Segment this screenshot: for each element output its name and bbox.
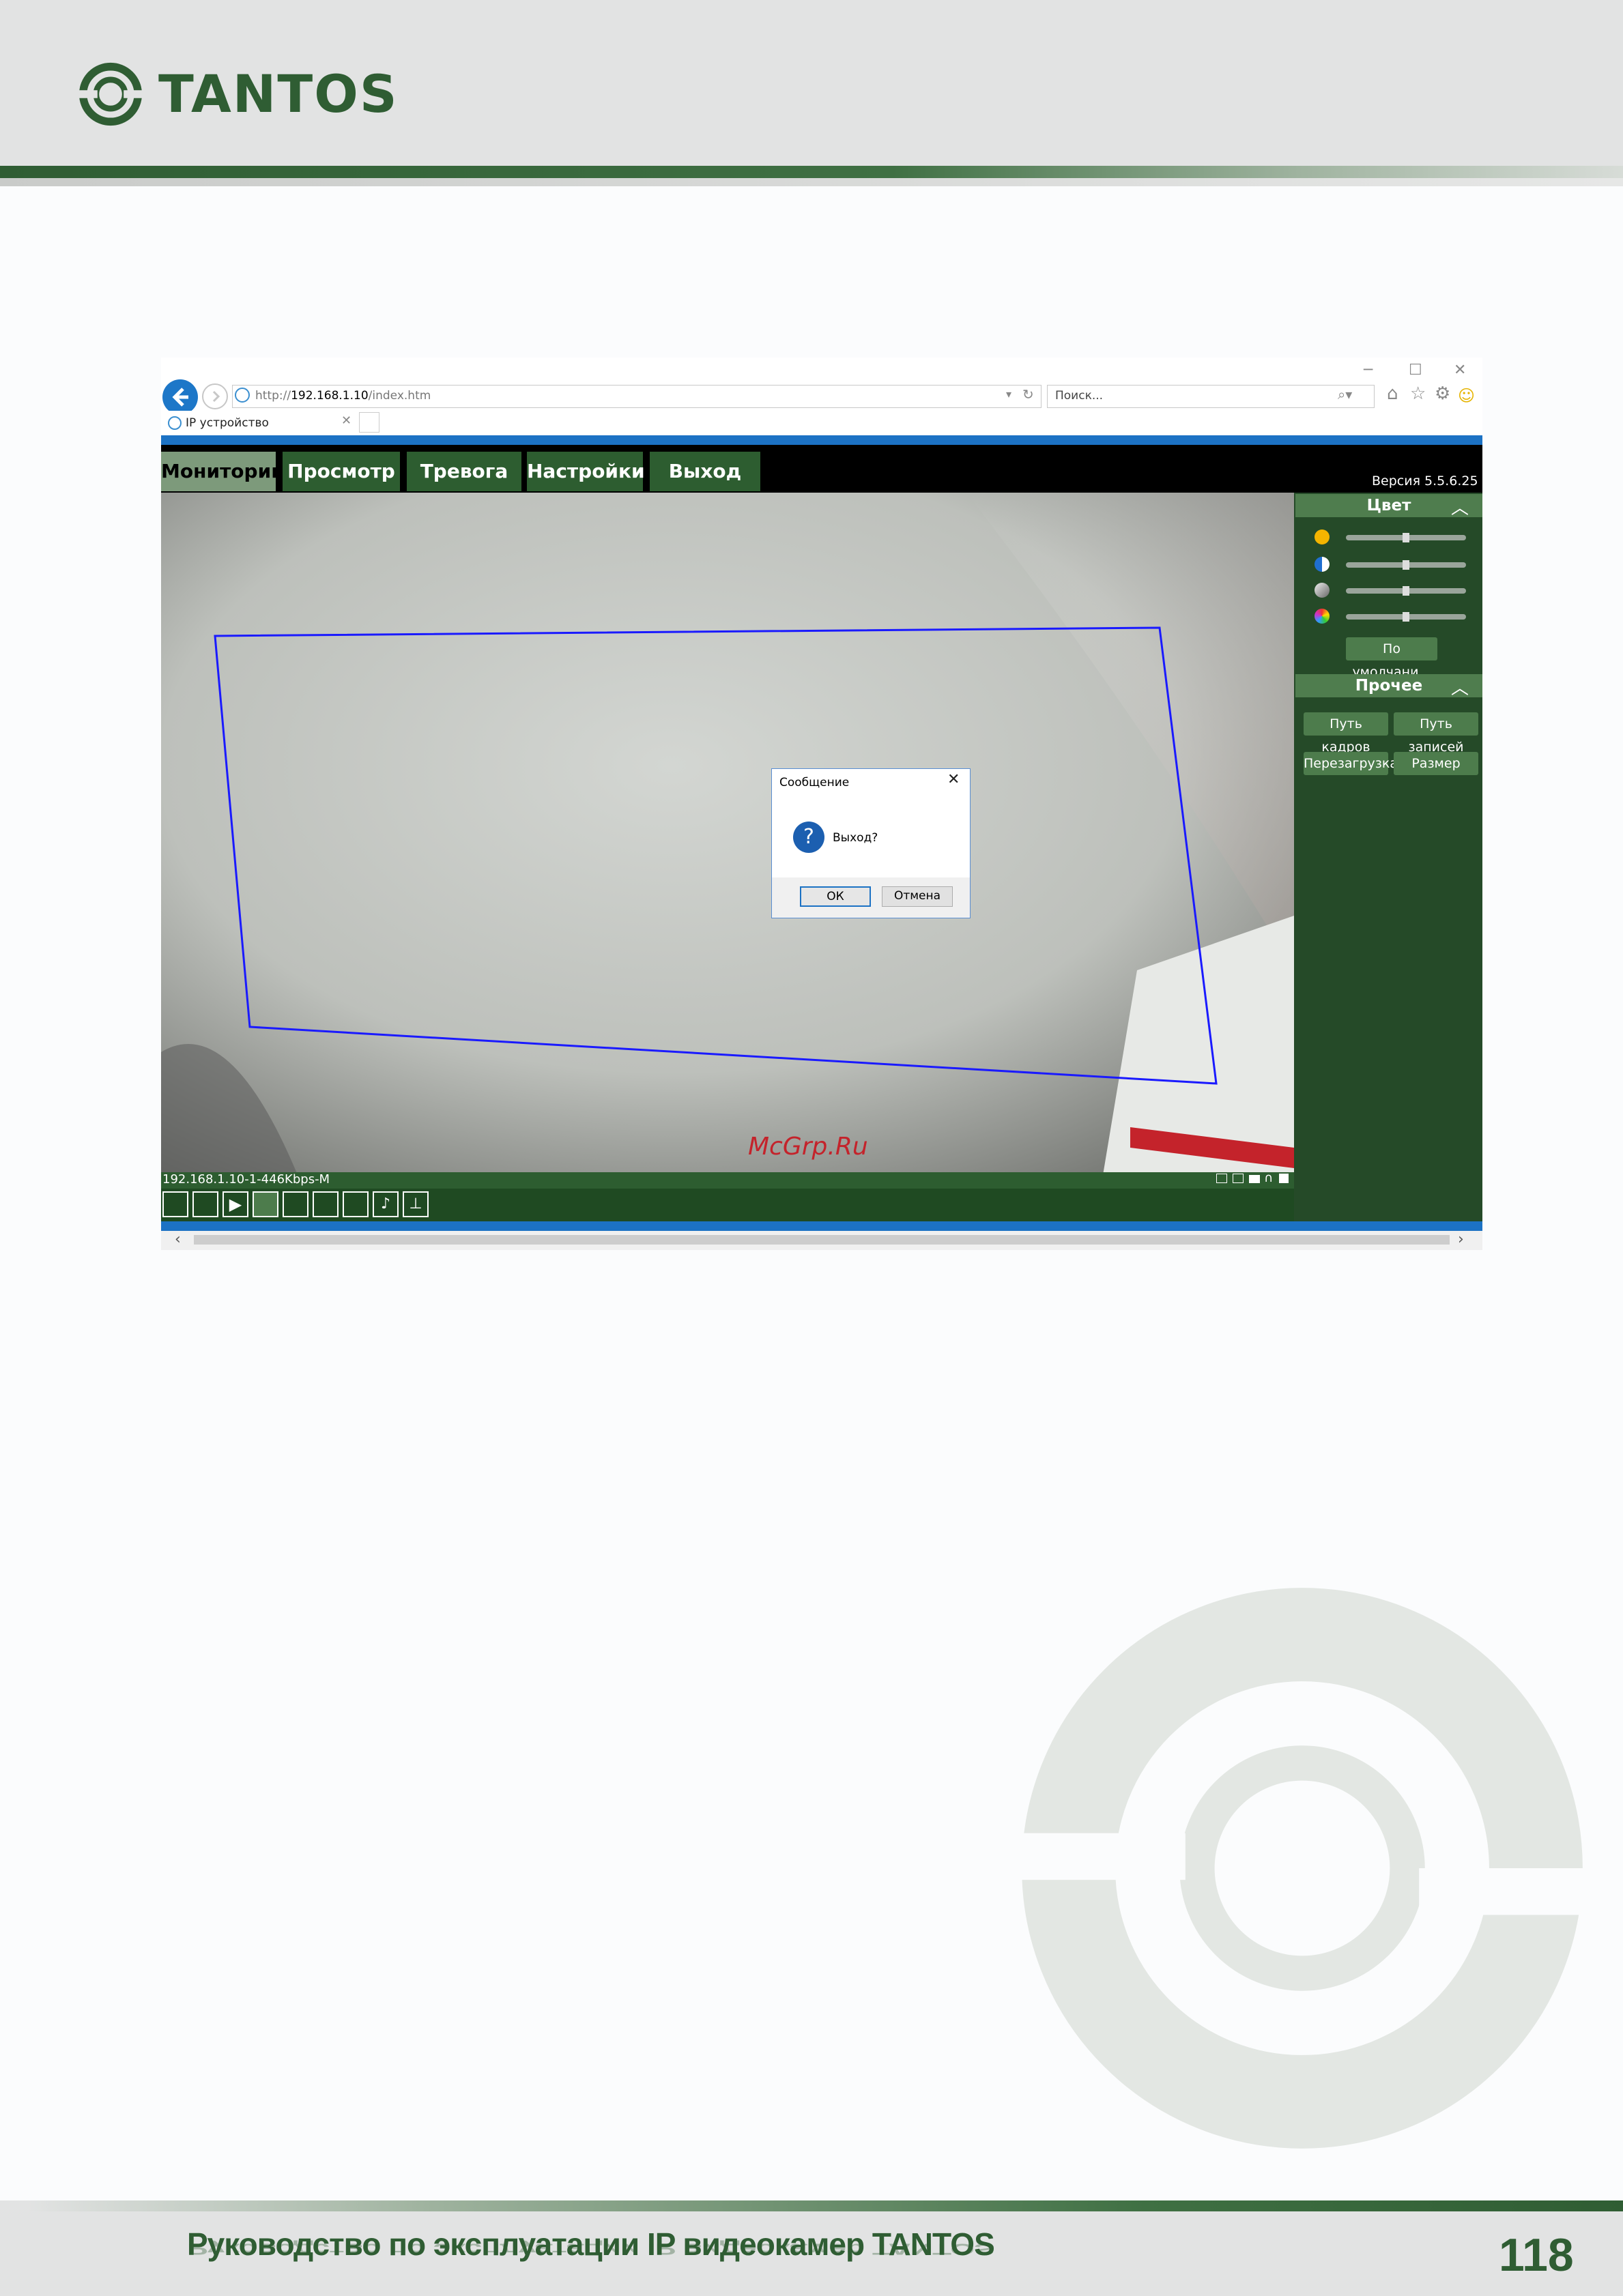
contrast-icon bbox=[1315, 557, 1330, 572]
scroll-right-icon[interactable]: › bbox=[1458, 1231, 1464, 1248]
stream-info: 192.168.1.10-1-446Kbps-M bbox=[162, 1172, 330, 1187]
search-placeholder: Поиск... bbox=[1055, 389, 1104, 403]
scroll-left-icon[interactable]: ‹ bbox=[175, 1231, 181, 1248]
header-stripe bbox=[0, 166, 1623, 178]
dialog-title: Сообщение bbox=[779, 776, 850, 789]
smiley-icon[interactable]: ☺ bbox=[1458, 386, 1475, 405]
brightness-icon bbox=[1315, 529, 1330, 544]
close-window-icon[interactable]: ✕ bbox=[1454, 362, 1466, 379]
other-panel-title: Прочее bbox=[1355, 677, 1423, 695]
brightness-slider[interactable] bbox=[1346, 533, 1466, 542]
layout-1-icon[interactable] bbox=[162, 1191, 188, 1217]
contrast-thumb[interactable] bbox=[1403, 560, 1409, 570]
saturation-thumb[interactable] bbox=[1403, 586, 1409, 596]
address-text: http://192.168.1.10/index.htm bbox=[255, 389, 431, 403]
fullscreen-icon[interactable] bbox=[1279, 1174, 1289, 1183]
favorites-star-icon[interactable]: ☆ bbox=[1410, 383, 1426, 404]
collapse-other-icon[interactable]: ︿ bbox=[1451, 674, 1469, 699]
gear-icon[interactable]: ⚙ bbox=[1435, 383, 1450, 404]
hue-slider[interactable] bbox=[1346, 612, 1466, 622]
ie-frame-bar bbox=[161, 435, 1482, 445]
header-stripe-shadow bbox=[0, 178, 1623, 186]
video-status-bar bbox=[161, 1172, 1294, 1189]
collapse-color-icon[interactable]: ︿ bbox=[1451, 494, 1469, 519]
footer-title-reflection: Руководство по эксплуатации IP видеокаме… bbox=[187, 2240, 994, 2258]
color-panel-title: Цвет bbox=[1366, 497, 1411, 514]
brightness-thumb[interactable] bbox=[1403, 533, 1409, 542]
site-watermark: McGrp.Ru bbox=[748, 1133, 868, 1161]
dropdown-icon[interactable]: ▾ bbox=[1006, 388, 1011, 401]
nav-settings[interactable]: Настройки bbox=[527, 452, 645, 491]
dialog-message: Выход? bbox=[833, 831, 878, 845]
maximize-icon[interactable]: ☐ bbox=[1409, 362, 1422, 379]
footer-stripe bbox=[27, 2200, 1623, 2211]
tab-close-icon[interactable]: ✕ bbox=[341, 413, 351, 428]
tab-title: IP устройство bbox=[186, 416, 269, 430]
scrollbar-thumb[interactable] bbox=[194, 1235, 1450, 1245]
saturation-icon bbox=[1315, 583, 1330, 598]
snapshot-icon[interactable] bbox=[1216, 1174, 1227, 1183]
nav-alarm[interactable]: Тревога bbox=[407, 452, 521, 491]
nav-view[interactable]: Просмотр bbox=[283, 452, 400, 491]
forward-button[interactable] bbox=[202, 383, 228, 409]
watermark-logo-icon bbox=[1010, 1588, 1594, 2149]
layout-full-icon[interactable] bbox=[192, 1191, 218, 1217]
nav-exit[interactable]: Выход bbox=[650, 452, 760, 491]
version-label: Версия 5.5.6.25 bbox=[1372, 474, 1478, 489]
control-panel bbox=[1294, 493, 1482, 1221]
arrow-right-icon bbox=[212, 390, 220, 403]
saturation-slider[interactable] bbox=[1346, 586, 1466, 596]
ok-button[interactable]: ОК bbox=[800, 886, 871, 907]
microphone-icon[interactable]: ♪ bbox=[373, 1191, 399, 1217]
save-icon[interactable] bbox=[1233, 1174, 1244, 1183]
ptz-zoom-out-icon[interactable] bbox=[313, 1191, 339, 1217]
home-icon[interactable]: ⌂ bbox=[1387, 383, 1398, 404]
contrast-slider[interactable] bbox=[1346, 560, 1466, 570]
record-icon[interactable] bbox=[1249, 1175, 1260, 1183]
hue-icon bbox=[1315, 609, 1330, 624]
ptz-zoom-in-icon[interactable] bbox=[283, 1191, 308, 1217]
tab-ie-icon bbox=[168, 416, 182, 430]
brand-name: TANTOS bbox=[158, 63, 399, 124]
play-icon[interactable]: ▶ bbox=[222, 1191, 248, 1217]
stop-icon[interactable] bbox=[253, 1191, 278, 1217]
tantos-logo-icon bbox=[78, 62, 143, 126]
cancel-button[interactable]: Отмена bbox=[882, 886, 953, 907]
default-color-button[interactable]: По умолчани... bbox=[1346, 637, 1437, 680]
nav-monitoring[interactable]: Мониторинг bbox=[161, 452, 294, 491]
search-icon[interactable]: ⌕▾ bbox=[1338, 386, 1352, 403]
snapshot-path-button[interactable]: Путь кадров bbox=[1304, 712, 1388, 755]
ie-bottom-bar bbox=[161, 1221, 1482, 1231]
new-tab-icon[interactable] bbox=[359, 412, 379, 433]
refresh-icon[interactable]: ↻ bbox=[1022, 386, 1034, 403]
size-button[interactable]: Размер bbox=[1394, 752, 1478, 775]
hue-thumb[interactable] bbox=[1403, 612, 1409, 622]
question-icon: ? bbox=[793, 822, 824, 853]
ptz-focus-icon[interactable] bbox=[343, 1191, 369, 1217]
ie-page-icon bbox=[235, 388, 250, 403]
record-path-button[interactable]: Путь записей bbox=[1394, 712, 1478, 755]
arrow-left-icon bbox=[172, 388, 188, 407]
motion-zone-polygon[interactable] bbox=[161, 493, 1294, 1175]
reboot-button[interactable]: Перезагрузка bbox=[1304, 752, 1398, 775]
dialog-close-icon[interactable]: ✕ bbox=[947, 771, 960, 788]
network-icon[interactable]: ⊥ bbox=[403, 1191, 429, 1217]
back-button[interactable] bbox=[162, 379, 198, 415]
minimize-icon[interactable]: ─ bbox=[1364, 362, 1373, 379]
page-number: 118 bbox=[1499, 2229, 1574, 2281]
audio-icon[interactable]: ∩ bbox=[1264, 1171, 1273, 1185]
